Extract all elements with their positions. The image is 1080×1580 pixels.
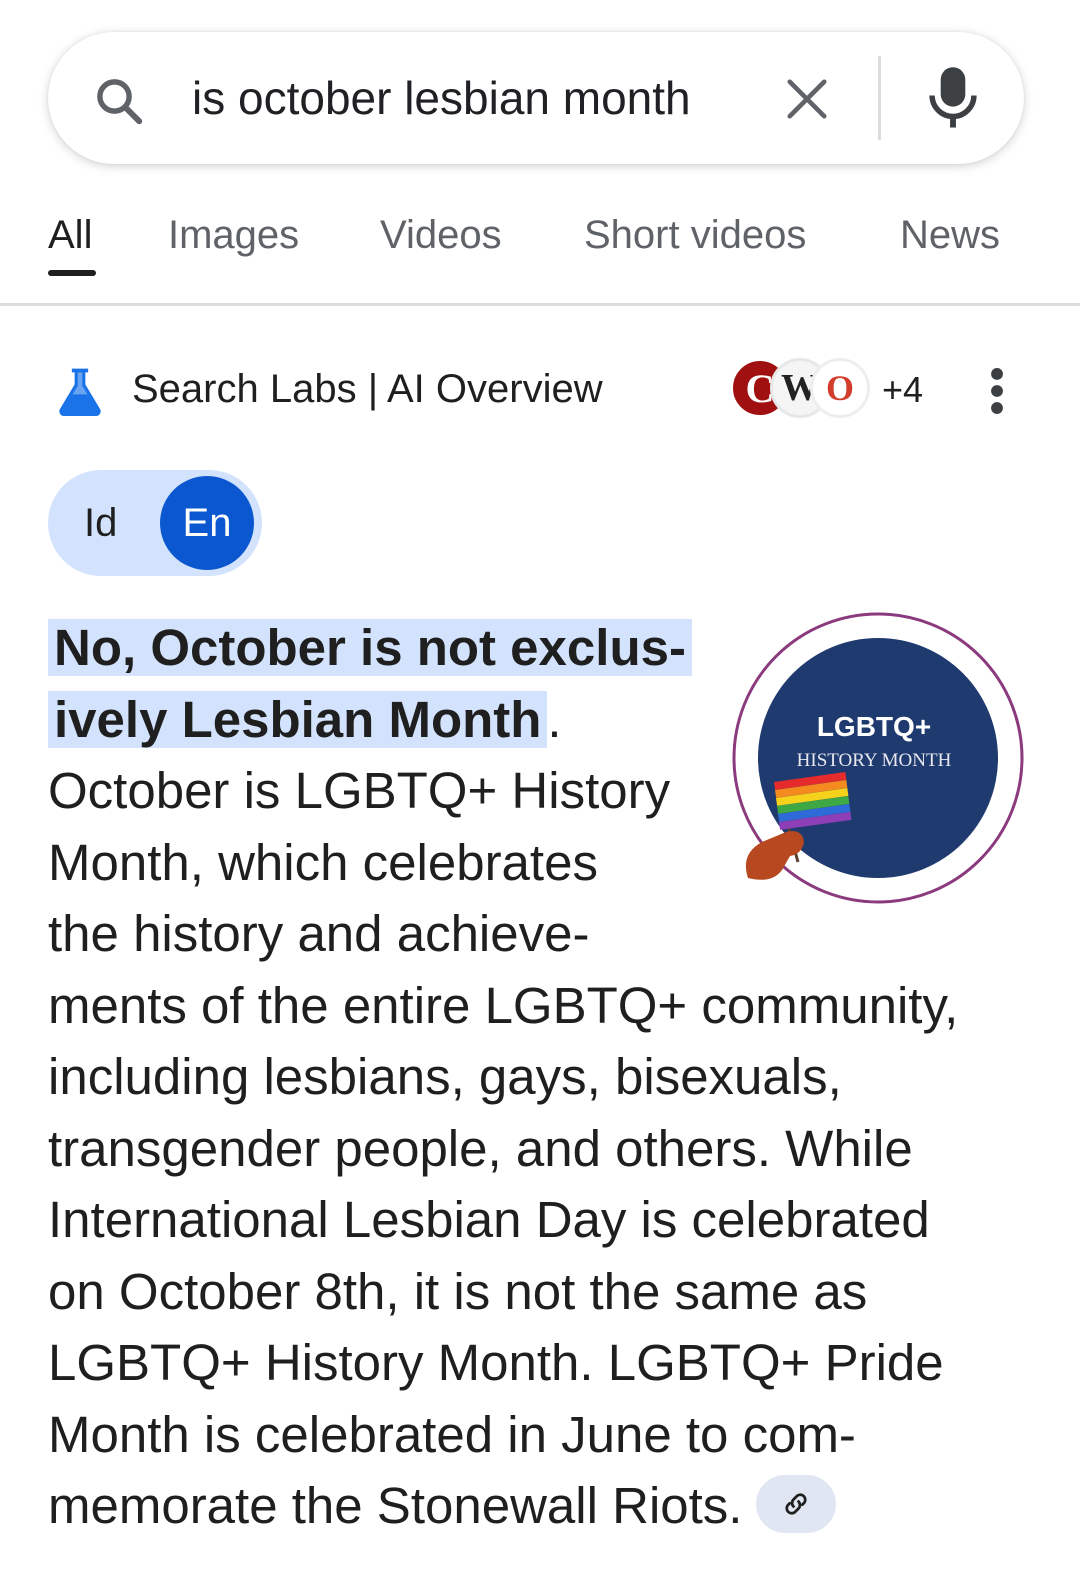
ai-overview-title: Search Labs | AI Overview [132, 367, 603, 411]
highlighted-answer: ively Lesbian Month [48, 690, 548, 748]
search-input[interactable]: is october lesbian month [192, 68, 691, 128]
badge-title: LGBTQ+ [817, 711, 931, 742]
answer-line: including lesbians, gays, bisexuals, [48, 1048, 842, 1105]
language-option-en[interactable]: En [160, 476, 254, 570]
answer-line: Month is celebrated in June to com- [48, 1405, 856, 1463]
tab-videos[interactable]: Videos [380, 210, 502, 260]
source-avatars[interactable]: C W O [730, 358, 880, 420]
answer-line: transgender people, and others. While [48, 1119, 913, 1177]
lgbtq-history-month-image: LGBTQ+ HISTORY MONTH [732, 612, 1024, 904]
search-bar[interactable]: is october lesbian month [48, 32, 1024, 164]
search-divider [878, 56, 881, 140]
link-icon [785, 1492, 808, 1515]
tab-short-videos[interactable]: Short videos [584, 210, 806, 260]
more-sources-count[interactable]: +4 [882, 368, 923, 412]
tab-all[interactable]: All [48, 210, 92, 260]
language-toggle[interactable]: Id En [48, 470, 262, 576]
highlighted-answer: No, October is not exclus- [48, 619, 692, 676]
answer-line: LGBTQ+ History Month. LGBTQ+ Pride [48, 1334, 944, 1391]
search-icon[interactable] [92, 74, 146, 128]
tab-news[interactable]: News [900, 210, 1000, 260]
source-avatar[interactable]: O [810, 358, 870, 418]
answer-line: ments of the entire LGBTQ+ community, [48, 976, 959, 1034]
search-results-page: is october lesbian month All Images Vide… [0, 0, 1080, 1580]
answer-line: the history and achieve- [48, 905, 590, 962]
flask-icon [59, 368, 101, 417]
search-tabs: All Images Videos Short videos News [0, 200, 1080, 306]
answer-line: memorate the Stonewall Riots. [48, 1470, 1038, 1542]
badge-subtitle: HISTORY MONTH [797, 750, 952, 771]
tab-images[interactable]: Images [168, 210, 299, 260]
answer-punctuation: . [547, 690, 562, 748]
answer-thumbnail[interactable]: LGBTQ+ HISTORY MONTH [724, 610, 1024, 906]
answer-line-text: memorate the Stonewall Riots. [48, 1477, 743, 1534]
answer-line: International Lesbian Day is celebrated [48, 1191, 930, 1248]
source-link-button[interactable] [756, 1474, 837, 1533]
ai-overview-header: Search Labs | AI Overview C W O +4 [0, 350, 1080, 430]
active-tab-indicator [48, 270, 96, 276]
close-icon[interactable] [784, 76, 830, 122]
more-vert-icon[interactable] [986, 366, 1008, 416]
mic-icon[interactable] [928, 66, 978, 130]
language-option-id[interactable]: Id [84, 498, 117, 548]
answer-line: on October 8th, it is not the same as [48, 1262, 868, 1320]
